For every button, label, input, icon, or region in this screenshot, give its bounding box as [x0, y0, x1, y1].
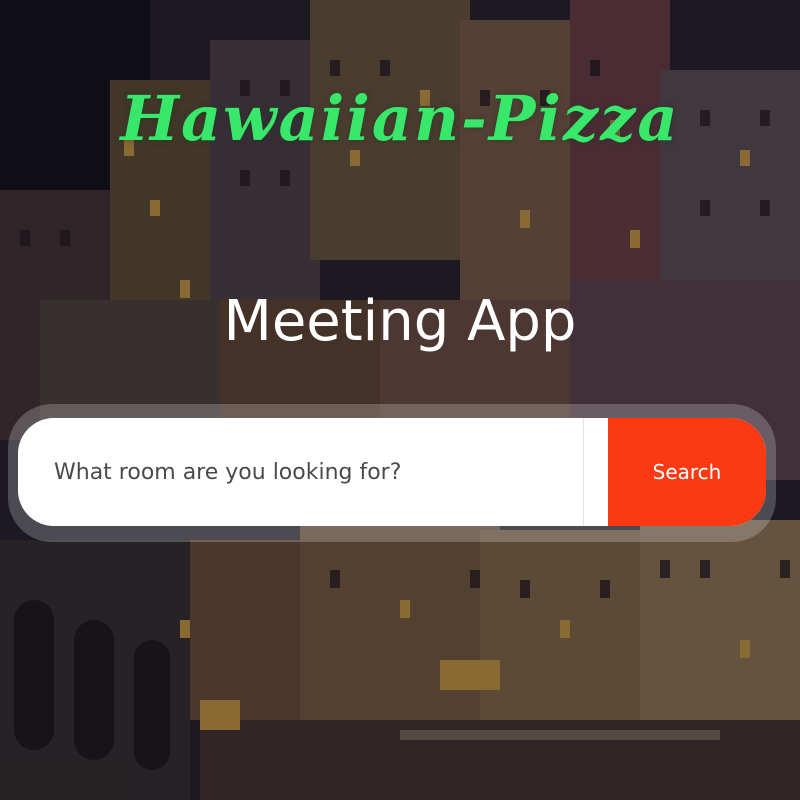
search-bar: Search [18, 418, 766, 526]
brand-logo-text: Hawaiian-Pizza [120, 82, 680, 155]
search-button[interactable]: Search [608, 418, 766, 526]
search-input[interactable] [18, 418, 584, 526]
page-title: Meeting App [223, 289, 577, 354]
